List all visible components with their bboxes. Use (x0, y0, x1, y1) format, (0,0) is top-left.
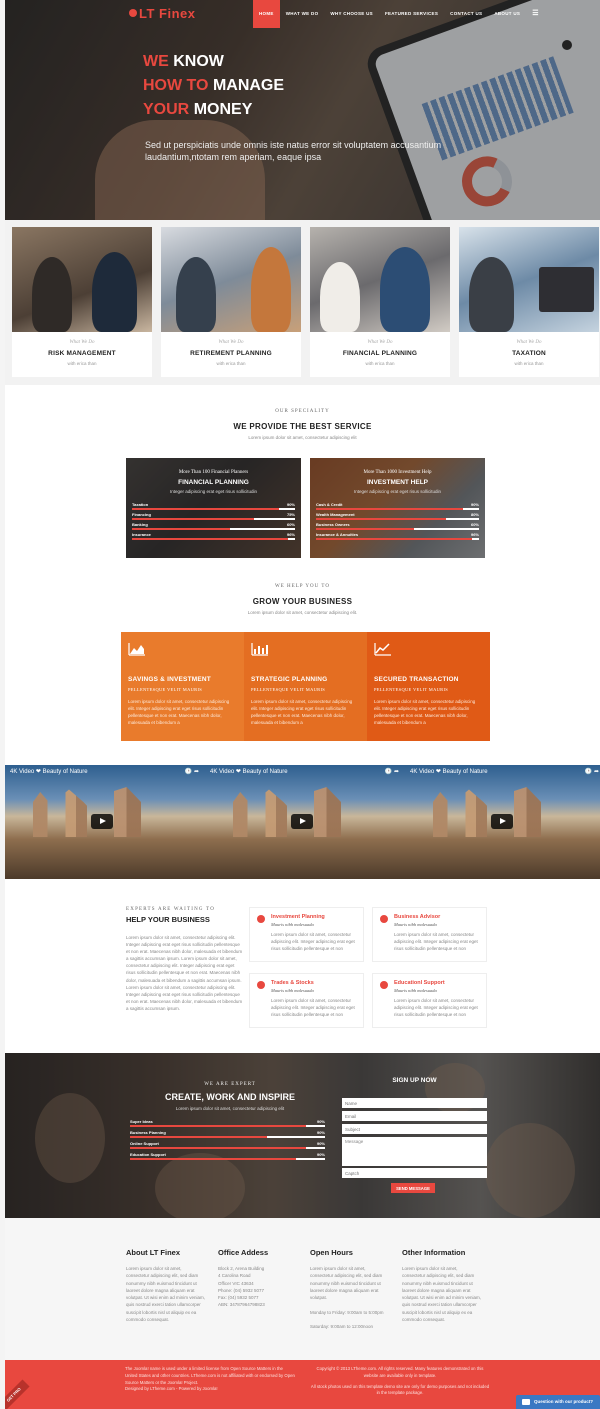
footer-col-hours: Open Hours Lorem ipsum dolor sit amet, co… (310, 1248, 384, 1330)
pie-chart-icon (257, 915, 265, 923)
copyright-text: Copyright © 2013 LTheme.com. All rights … (310, 1366, 490, 1396)
logo[interactable]: LT Finex (129, 6, 195, 21)
top-nav: LT Finex HOME WHAT WE DO WHY CHOOSE US F… (5, 0, 600, 28)
skill-bar: Banking 60% (132, 522, 295, 530)
services-section: What We Do RISK MANAGEMENT with erica th… (5, 220, 600, 385)
grow-subtitle: Lorem ipsum dolor sit amet, consectetur … (247, 610, 358, 615)
experts-kicker: EXPERTS ARE WAITING TO (126, 907, 216, 912)
hero-subtitle: Sed ut perspiciatis unde omnis iste natu… (145, 140, 442, 162)
speciality-subtitle: Lorem ipsum dolor sit amet, consectetur … (248, 435, 357, 440)
skill-bar: Insurance & Annuities 96% (316, 532, 479, 540)
panel-financial-planning: More Than 100 Financial Planners FINANCI… (126, 458, 301, 558)
grow-title: GROW YOUR BUSINESS (252, 597, 353, 606)
play-icon[interactable] (291, 814, 313, 829)
service-photo (12, 227, 152, 332)
service-photo (459, 227, 599, 332)
experts-text: Lorem ipsum dolor sit amet, consectetur … (126, 935, 243, 1011)
play-icon[interactable] (91, 814, 113, 829)
email-field[interactable] (342, 1111, 487, 1121)
skill-bar: Super Ideas 90% (130, 1119, 325, 1127)
share-icon[interactable]: 🕒 ➦ (585, 768, 599, 775)
create-kicker: WE ARE EXPERT (204, 1082, 256, 1087)
bar-chart-icon (251, 643, 268, 656)
gear-icon[interactable] (562, 40, 572, 50)
play-icon[interactable] (491, 814, 513, 829)
nav-what-we-do[interactable]: WHAT WE DO (280, 0, 325, 28)
nav-contact-us[interactable]: CONTACT US (444, 0, 488, 28)
grow-kicker: WE HELP YOU TO (275, 584, 330, 589)
signup-title: SIGN UP NOW (392, 1077, 437, 1084)
service-card-taxation[interactable]: What We Do TAXATION with erica than (459, 227, 599, 377)
chat-button[interactable]: Question with our product? (516, 1395, 600, 1409)
create-title: CREATE, WORK AND INSPIRE (164, 1092, 295, 1102)
footer-col-other: Other Information Lorem ipsum dolor sit … (402, 1248, 482, 1323)
grow-col-strategic: STRATEGIC PLANNING PELLENTESQUE VELIT MA… (244, 632, 367, 741)
experts-title: HELP YOUR BUSINESS (126, 915, 210, 924)
pie-chart-icon (380, 981, 388, 989)
bottom-bar: The Joomla! name is used under a limited… (5, 1360, 600, 1409)
hero-section: LT Finex HOME WHAT WE DO WHY CHOOSE US F… (5, 0, 600, 220)
video-strip: 4K Video ❤ Beauty of Nature 🕒 ➦ 4K Video… (5, 765, 600, 879)
service-card-risk[interactable]: What We Do RISK MANAGEMENT with erica th… (12, 227, 152, 377)
grow-col-secured: SECURED TRANSACTION PELLENTESQUE VELIT M… (367, 632, 490, 741)
skill-bar: Cash & Credit 90% (316, 502, 479, 510)
speciality-title: WE PROVIDE THE BEST SERVICE (233, 422, 372, 431)
video-player[interactable]: 4K Video ❤ Beauty of Nature 🕒 ➦ (405, 765, 600, 879)
license-text: The Joomla! name is used under a limited… (125, 1366, 295, 1393)
subject-field[interactable] (342, 1124, 487, 1134)
skill-bar: Insurance 96% (132, 532, 295, 540)
skill-bar: Business Owners 60% (316, 522, 479, 530)
expert-box-business: Business Advisor Mauris nibh malesuada L… (372, 907, 487, 962)
footer-col-about: About LT Finex Lorem ipsum dolor sit ame… (126, 1248, 206, 1323)
nav-featured-services[interactable]: FEATURED SERVICES (379, 0, 444, 28)
nav-home[interactable]: HOME (253, 0, 280, 28)
nav-about-us[interactable]: ABOUT US (488, 0, 526, 28)
page: LT Finex HOME WHAT WE DO WHY CHOOSE US F… (5, 0, 600, 1409)
skill-bar: Business Planning 90% (130, 1130, 325, 1138)
service-card-financial[interactable]: What We Do FINANCIAL PLANNING with erica… (310, 227, 450, 377)
service-photo (161, 227, 301, 332)
designed-by-link[interactable]: Designed by LTheme.com - Powered by Joom… (125, 1386, 295, 1393)
hero-title: WE KNOW HOW TO MANAGE YOUR MONEY (143, 53, 285, 118)
skill-bar: Financing 75% (132, 512, 295, 520)
skill-bar: Wealth Management 80% (316, 512, 479, 520)
logo-icon (129, 9, 137, 17)
nav-why-choose-us[interactable]: WHY CHOOSE US (324, 0, 379, 28)
pie-chart-icon (257, 981, 265, 989)
send-message-button[interactable]: SEND MESSAGE (391, 1183, 435, 1193)
chat-icon (522, 1399, 530, 1405)
share-icon[interactable]: 🕒 ➦ (385, 768, 399, 775)
share-icon[interactable]: 🕒 ➦ (185, 768, 199, 775)
footer-col-office: Office Addess Block 2, Arena Building 4 C… (218, 1248, 269, 1308)
panel-investment-help: More Than 1000 Investment Help INVESTMEN… (310, 458, 485, 558)
message-field[interactable]: Message (342, 1137, 487, 1166)
skill-bar: Education Support 90% (130, 1152, 325, 1160)
skill-bar: Taxation 90% (132, 502, 295, 510)
grow-col-savings: SAVINGS & INVESTMENT PELLENTESQUE VELIT … (121, 632, 244, 741)
hamburger-icon[interactable]: ☰ (526, 0, 545, 28)
skill-bar: Online Support 90% (130, 1141, 325, 1149)
footer: About LT Finex Lorem ipsum dolor sit ame… (5, 1218, 600, 1360)
speciality-kicker: OUR SPECIALITY (275, 409, 330, 414)
expert-box-education: Educationl Support Mauris nibh malesuada… (372, 973, 487, 1028)
expert-box-investment: Investment Planning Mauris nibh malesuad… (249, 907, 364, 962)
expert-box-trades: Trades & Stocks Mauris nibh malesuada Lo… (249, 973, 364, 1028)
captcha-field[interactable] (342, 1168, 487, 1178)
pie-chart-icon (380, 915, 388, 923)
line-chart-icon (374, 643, 391, 656)
grow-columns: SAVINGS & INVESTMENT PELLENTESQUE VELIT … (121, 632, 490, 741)
service-card-retirement[interactable]: What We Do RETIREMENT PLANNING with eric… (161, 227, 301, 377)
area-chart-icon (128, 643, 145, 656)
video-player[interactable]: 4K Video ❤ Beauty of Nature 🕒 ➦ (5, 765, 205, 879)
create-subtitle: Lorem ipsum dolor sit amet, consectetur … (175, 1106, 285, 1111)
main-menu: HOME WHAT WE DO WHY CHOOSE US FEATURED S… (253, 0, 545, 28)
service-photo (310, 227, 450, 332)
create-section: WE ARE EXPERT CREATE, WORK AND INSPIRE L… (5, 1053, 600, 1218)
name-field[interactable] (342, 1098, 487, 1108)
video-player[interactable]: 4K Video ❤ Beauty of Nature 🕒 ➦ (205, 765, 405, 879)
